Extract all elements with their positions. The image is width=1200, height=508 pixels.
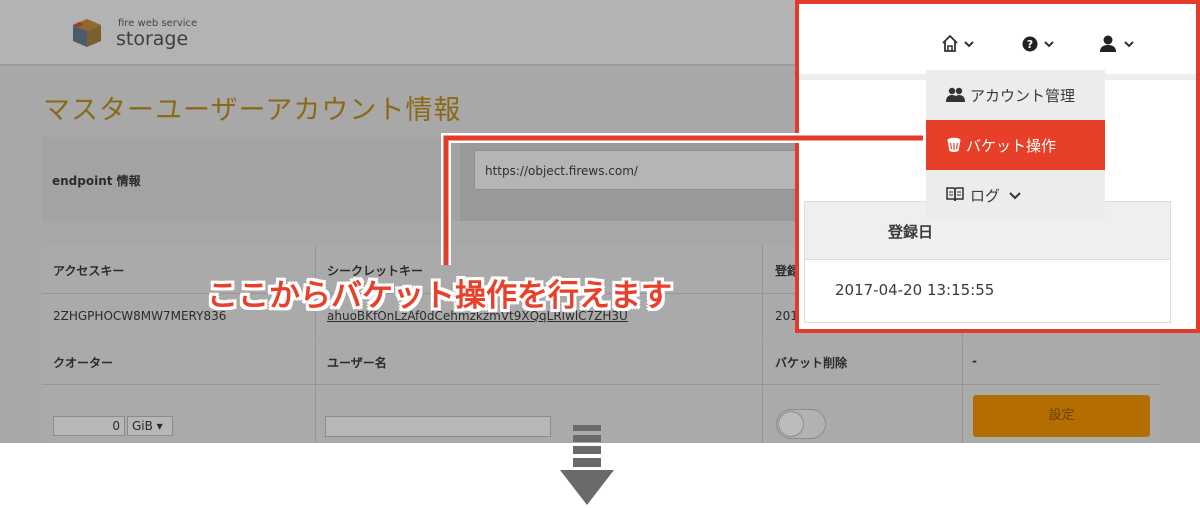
callout-text: ここからバケット操作を行えます	[207, 278, 672, 314]
menu-item-label: アカウント管理	[970, 87, 1076, 105]
menu-item-bucket-operations[interactable]: バケット操作	[926, 120, 1105, 170]
help-icon[interactable]: ?	[1021, 34, 1061, 54]
menu-item-label: バケット操作	[966, 137, 1057, 155]
book-icon	[946, 187, 964, 202]
access-key-header: アクセスキー	[53, 264, 125, 278]
tutorial-figure: fire web service storage マスターユーザーアカウント情報…	[0, 0, 1200, 508]
quota-unit-select[interactable]: GiB ▾	[127, 416, 173, 436]
menu-item-label: ログ	[970, 187, 1001, 205]
bucket-delete-header: バケット削除	[775, 356, 848, 370]
svg-text:?: ?	[1027, 38, 1033, 51]
highlighted-nav-panel: ? 登録日 2017-04-20 13:15:55 アカウント管理 バケット操作…	[795, 0, 1200, 333]
action-header: -	[972, 354, 977, 368]
quota-header: クオーター	[53, 356, 114, 370]
brand-name: storage	[116, 28, 189, 50]
date-value: 2017-04-20 13:15:55	[835, 281, 995, 299]
endpoint-label-cell: endpoint 情報	[42, 137, 462, 221]
toggle-knob	[778, 411, 804, 437]
menu-item-logs[interactable]: ログ	[926, 170, 1105, 220]
down-arrow-icon	[560, 425, 614, 505]
home-dropdown-menu: アカウント管理 バケット操作 ログ	[926, 70, 1105, 218]
chevron-down-icon	[1009, 192, 1021, 200]
users-icon	[946, 87, 965, 102]
username-header: ユーザー名	[327, 356, 387, 370]
endpoint-label: endpoint 情報	[52, 174, 141, 188]
menu-item-account-management[interactable]: アカウント管理	[926, 70, 1105, 120]
nav-bar: ?	[799, 4, 1196, 80]
storage-box-logo-icon	[73, 19, 101, 47]
user-icon[interactable]	[1099, 34, 1139, 54]
bucket-delete-toggle[interactable]	[776, 409, 826, 439]
bucket-icon	[947, 137, 961, 152]
page-title: マスターユーザーアカウント情報	[43, 95, 462, 126]
access-key-value: 2ZHGPHOCW8MW7MERY836	[53, 309, 227, 323]
home-icon[interactable]	[941, 34, 981, 54]
settings-button[interactable]: 設定	[973, 395, 1150, 437]
username-input[interactable]	[325, 416, 551, 437]
quota-input[interactable]: 0	[53, 416, 125, 436]
date-header-label: 登録日	[888, 223, 934, 241]
